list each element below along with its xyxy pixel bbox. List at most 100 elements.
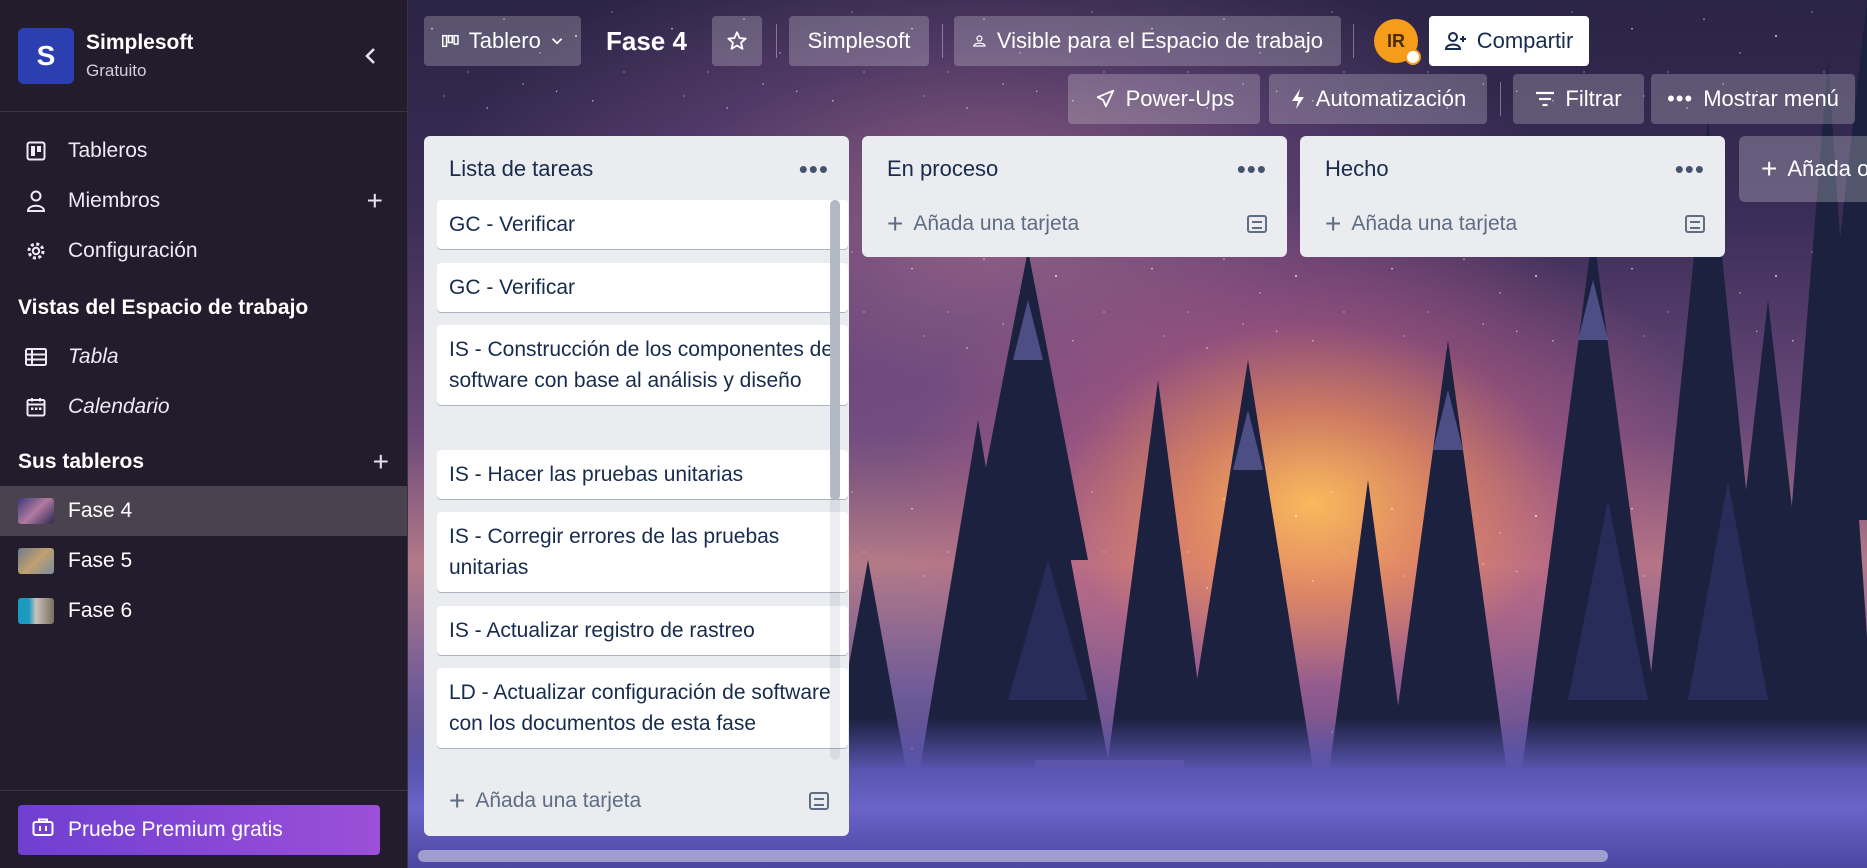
gear-icon [24, 239, 48, 263]
board-label: Fase 4 [68, 499, 133, 522]
workspace-views-title: Vistas del Espacio de trabajo [18, 296, 309, 319]
card[interactable]: IS - Actualizar registro de rastreo [437, 606, 848, 655]
sidebar-item-tabla[interactable]: Tabla [0, 332, 407, 382]
board-thumbnail [18, 598, 54, 624]
card-template-icon[interactable] [1247, 215, 1267, 233]
sidebar-item-label: Calendario [68, 395, 170, 418]
person-icon [24, 189, 48, 213]
sidebar-board-fase-4[interactable]: Fase 4 [0, 486, 407, 536]
workspace-button-label: Simplesoft [807, 28, 911, 53]
table-icon [24, 345, 48, 369]
list-title[interactable]: En proceso [887, 156, 1237, 182]
card[interactable]: LD - Actualizar configuración de softwar… [437, 668, 848, 748]
automation-label: Automatización [1315, 86, 1467, 111]
sidebar-board-fase-6[interactable]: Fase 6 [0, 586, 407, 636]
workspace-plan: Gratuito [86, 60, 147, 80]
add-board-icon[interactable]: + [373, 448, 389, 476]
card[interactable]: GC - Verificar [437, 200, 848, 249]
workspace-sidebar: S Simplesoft Gratuito Tableros Miembros … [0, 0, 408, 868]
board-horizontal-scrollbar[interactable] [418, 850, 1608, 862]
workspace-visibility-icon [973, 35, 986, 47]
share-button[interactable]: Compartir [1429, 16, 1589, 66]
card[interactable]: IS - Hacer las pruebas unitarias [437, 450, 848, 499]
list-en-proceso: En proceso ••• + Añada una tarjeta [862, 136, 1287, 257]
header-divider [1353, 24, 1354, 58]
member-avatar[interactable]: IR [1374, 19, 1421, 65]
view-switcher-label: Tablero [468, 28, 541, 53]
card-template-icon[interactable] [1685, 215, 1705, 233]
board-label: Fase 6 [68, 599, 133, 622]
collapse-sidebar-button[interactable] [353, 38, 389, 74]
list-header: Lista de tareas ••• [424, 136, 849, 202]
sidebar-item-calendario[interactable]: Calendario [0, 382, 407, 432]
board-view-icon [442, 34, 459, 48]
list-actions-icon[interactable]: ••• [799, 156, 829, 182]
list-title[interactable]: Lista de tareas [449, 156, 799, 182]
list-header: En proceso ••• [862, 136, 1287, 202]
list-lista-de-tareas: Lista de tareas ••• GC - Verificar GC - … [424, 136, 849, 836]
list-title[interactable]: Hecho [1325, 156, 1675, 182]
plus-icon: + [449, 785, 466, 816]
sidebar-footer: Pruebe Premium gratis [0, 790, 407, 868]
workspace-header: S Simplesoft Gratuito [0, 0, 407, 112]
card[interactable]: GC - Verificar [437, 263, 848, 312]
show-menu-label: Mostrar menú [1703, 86, 1839, 111]
workspace-name[interactable]: Simplesoft [86, 31, 353, 55]
sidebar-item-configuracion[interactable]: Configuración [0, 226, 407, 276]
premium-label: Pruebe Premium gratis [68, 817, 283, 841]
board-thumbnail [18, 548, 54, 574]
filter-icon [1536, 91, 1555, 107]
view-switcher-button[interactable]: Tablero [424, 16, 581, 66]
automation-button[interactable]: Automatización [1269, 74, 1487, 124]
add-card-label: Añada una tarjeta [913, 212, 1080, 235]
add-person-icon [1444, 32, 1466, 50]
header-divider [776, 24, 777, 58]
sidebar-item-tableros[interactable]: Tableros [0, 126, 407, 176]
board-thumbnail [18, 498, 54, 524]
workspace-logo[interactable]: S [18, 27, 74, 84]
visibility-button[interactable]: Visible para el Espacio de trabajo [954, 16, 1341, 66]
chevron-down-icon [551, 38, 563, 45]
avatar-initials: IR [1387, 30, 1405, 51]
sidebar-item-miembros[interactable]: Miembros + [0, 176, 407, 226]
add-card-row[interactable]: + Añada una tarjeta [862, 202, 1287, 246]
workspace-info: Simplesoft Gratuito [86, 31, 353, 81]
plus-icon: + [1325, 208, 1342, 239]
star-board-button[interactable] [712, 16, 762, 66]
your-boards-title: Sus tableros + [0, 438, 407, 486]
list-scrollbar-thumb[interactable] [830, 200, 840, 500]
filter-label: Filtrar [1565, 86, 1622, 111]
add-member-icon[interactable]: + [367, 187, 383, 215]
list-scrollbar[interactable] [830, 200, 840, 760]
try-premium-button[interactable]: Pruebe Premium gratis [18, 804, 380, 855]
list-hecho: Hecho ••• + Añada una tarjeta [1300, 136, 1725, 257]
power-ups-button[interactable]: Power-Ups [1068, 74, 1260, 124]
lightning-icon [1291, 89, 1304, 109]
sidebar-item-label: Configuración [68, 239, 198, 262]
workspace-button[interactable]: Simplesoft [789, 16, 929, 66]
add-card-row[interactable]: + Añada una tarjeta [1300, 202, 1725, 246]
rocket-icon [1096, 89, 1114, 108]
board-title[interactable]: Fase 4 [606, 16, 687, 66]
board-label: Fase 5 [68, 549, 133, 572]
add-card-label: Añada una tarjeta [1351, 212, 1518, 235]
list-actions-icon[interactable]: ••• [1675, 156, 1705, 182]
sidebar-item-label: Tableros [68, 139, 148, 162]
header-divider [942, 24, 943, 58]
filter-button[interactable]: Filtrar [1513, 74, 1644, 124]
star-icon [727, 31, 747, 50]
sidebar-board-fase-5[interactable]: Fase 5 [0, 536, 407, 586]
add-list-button[interactable]: + Añada o [1739, 136, 1867, 202]
card[interactable]: IS - Corregir errores de las pruebas uni… [437, 512, 848, 592]
calendar-icon [24, 395, 48, 419]
list-actions-icon[interactable]: ••• [1237, 156, 1267, 182]
card-template-icon[interactable] [809, 792, 829, 810]
chevron-left-icon [365, 47, 375, 64]
show-menu-button[interactable]: ••• Mostrar menú [1651, 74, 1855, 124]
board-icon [24, 139, 48, 163]
sidebar-item-label: Miembros [68, 189, 161, 212]
add-card-row[interactable]: + Añada una tarjeta [424, 776, 849, 826]
card[interactable]: IS - Construcción de los componentes de … [437, 325, 848, 405]
add-card-label: Añada una tarjeta [475, 789, 642, 812]
list-header: Hecho ••• [1300, 136, 1725, 202]
